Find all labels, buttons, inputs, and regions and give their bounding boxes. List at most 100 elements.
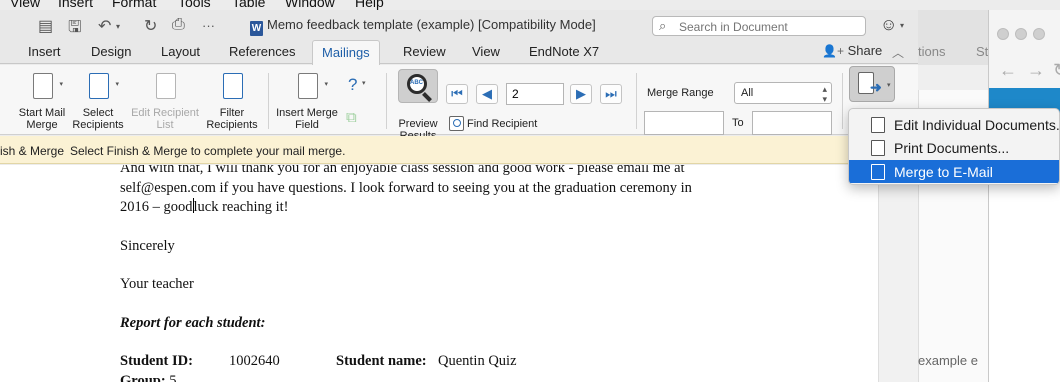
merge-range-select[interactable]: All ▴ ▾ <box>734 82 832 104</box>
window-zoom-icon[interactable] <box>1033 28 1045 40</box>
search-box[interactable]: ⌕ <box>652 16 866 36</box>
menu-format[interactable]: Format <box>112 0 156 10</box>
closing: Sincerely <box>120 237 175 254</box>
print-icon <box>871 140 885 156</box>
chevron-down-icon[interactable]: ▾ <box>362 79 366 87</box>
merge-from-field[interactable] <box>644 111 724 135</box>
merge-field-icon: ▾ <box>290 69 328 105</box>
first-record-button[interactable]: ⏮ <box>446 84 468 104</box>
window-title: W Memo feedback template (example) [Compa… <box>250 17 596 36</box>
chevron-down-icon: ▾ <box>887 82 891 89</box>
message-bar-text: Select Finish & Merge to complete your m… <box>70 144 346 158</box>
finish-and-merge-button[interactable]: ➜ ▾ <box>849 66 895 102</box>
word-window: ▤ 🖫 ↶ ▾ ↻ ⎙ ··· W Memo feedback template … <box>0 10 918 382</box>
menu-item-merge-to-email[interactable]: Merge to E-Mail <box>849 160 1059 183</box>
ribbon-divider <box>268 73 269 129</box>
feedback-smiley-icon[interactable]: ☺ <box>880 15 897 35</box>
record-number-field[interactable] <box>506 83 564 105</box>
group-value: 5 <box>169 373 177 382</box>
message-bar: ish & Merge Select Finish & Merge to com… <box>0 136 918 164</box>
edit-recipient-list-button[interactable]: Edit Recipient List <box>128 69 202 131</box>
word-document-icon: W <box>250 21 263 36</box>
background-text-fragment: example e <box>918 353 978 368</box>
group-row: Group: 5 <box>120 372 760 382</box>
filter-icon <box>215 69 249 105</box>
student-name-label: Student name: <box>336 353 427 369</box>
undo-icon[interactable]: ↶ <box>98 16 111 36</box>
forward-arrow-icon[interactable]: → <box>1027 60 1045 81</box>
tab-endnote[interactable]: EndNote X7 <box>529 44 599 59</box>
edit-recipients-icon <box>148 69 182 105</box>
previous-record-button[interactable]: ◀ <box>476 84 498 104</box>
email-icon <box>871 164 885 180</box>
rules-icon[interactable]: ? <box>348 75 357 95</box>
mailings-ribbon: ▾ Start Mail Merge ▾ Select Recipients E… <box>0 65 918 142</box>
menu-item-print-documents[interactable]: Print Documents... <box>849 136 1059 159</box>
back-arrow-icon[interactable]: ← <box>999 60 1017 81</box>
vertical-scrollbar[interactable] <box>878 165 918 382</box>
ribbon-divider <box>636 73 637 129</box>
chevron-down-icon[interactable]: ▾ <box>900 21 904 30</box>
match-fields-icon[interactable]: ⧉ <box>346 109 357 126</box>
menu-item-edit-individual-documents[interactable]: Edit Individual Documents... <box>849 113 1059 136</box>
undo-dropdown-icon[interactable]: ▾ <box>116 22 120 31</box>
to-label: To <box>732 117 744 129</box>
background-browser-window: ← → ↻ <box>988 10 1060 382</box>
menu-help[interactable]: Help <box>355 0 384 10</box>
tab-references[interactable]: References <box>229 44 295 59</box>
menu-window[interactable]: Window <box>285 0 335 10</box>
share-label: Share <box>847 43 883 58</box>
merge-to-field[interactable] <box>752 111 832 135</box>
title-bar: ▤ 🖫 ↶ ▾ ↻ ⎙ ··· W Memo feedback template … <box>0 10 918 40</box>
message-bar-title: ish & Merge <box>0 144 65 158</box>
window-minimize-icon[interactable] <box>1015 28 1027 40</box>
ribbon-divider <box>842 73 843 129</box>
find-recipient-label: Find Recipient <box>467 118 538 130</box>
edit-recipient-list-label: Edit Recipient List <box>131 107 199 131</box>
window-close-icon[interactable] <box>997 28 1009 40</box>
sidebar-toggle-icon[interactable]: ▤ <box>38 16 53 36</box>
redo-icon[interactable]: ↻ <box>144 16 157 36</box>
start-mail-merge-button[interactable]: ▾ Start Mail Merge <box>14 69 70 131</box>
doc-line: self@espen.com if you have questions. I … <box>120 179 692 196</box>
merge-range-label: Merge Range <box>647 87 714 99</box>
signature: Your teacher <box>120 276 194 292</box>
menu-insert[interactable]: Insert <box>58 0 93 10</box>
report-heading: Report for each student: <box>120 314 266 331</box>
document-canvas[interactable]: And with that, I will thank you for an e… <box>0 165 878 382</box>
filter-recipients-button[interactable]: Filter Recipients <box>204 69 260 131</box>
menu-table[interactable]: Table <box>232 0 265 10</box>
reload-icon[interactable]: ↻ <box>1053 60 1060 81</box>
menu-view[interactable]: View <box>10 0 40 10</box>
print-icon[interactable]: ⎙ <box>172 16 185 34</box>
doc-line: And with that, I will thank you for an e… <box>120 165 685 176</box>
last-record-button[interactable]: ⏭ <box>600 84 622 104</box>
save-icon[interactable]: 🖫 <box>68 16 82 43</box>
tab-design[interactable]: Design <box>91 44 131 59</box>
background-tab-fragment-2: St <box>976 44 989 59</box>
tab-view[interactable]: View <box>472 44 500 59</box>
mac-menubar: View Insert Format Tools Table Window He… <box>0 0 1060 10</box>
search-input[interactable] <box>679 19 863 34</box>
search-icon: ⌕ <box>659 18 667 33</box>
tab-layout[interactable]: Layout <box>161 44 200 59</box>
select-recipients-button[interactable]: ▾ Select Recipients <box>70 69 126 131</box>
edit-documents-icon <box>871 117 885 133</box>
background-tab-fragment: tions <box>918 44 946 59</box>
select-recipients-label: Select Recipients <box>72 107 124 131</box>
filter-recipients-label: Filter Recipients <box>206 107 258 131</box>
tab-mailings[interactable]: Mailings <box>312 40 380 65</box>
document-body[interactable]: And with that, I will thank you for an e… <box>120 165 760 382</box>
student-id-value: 1002640 <box>229 353 280 369</box>
tab-review[interactable]: Review <box>403 44 446 59</box>
preview-results-button[interactable]: ABC <box>398 69 438 103</box>
find-recipient-button[interactable]: Find Recipient <box>449 116 537 131</box>
insert-merge-field-button[interactable]: ▾ Insert Merge Field <box>274 69 340 131</box>
ribbon-divider <box>386 73 387 129</box>
menu-tools[interactable]: Tools <box>178 0 211 10</box>
tab-insert[interactable]: Insert <box>28 44 61 59</box>
customize-toolbar-icon[interactable]: ··· <box>202 18 215 33</box>
share-button[interactable]: 👤+ Share <box>822 43 882 58</box>
next-record-button[interactable]: ▶ <box>570 84 592 104</box>
collapse-ribbon-icon[interactable]: ︿ <box>892 44 904 61</box>
